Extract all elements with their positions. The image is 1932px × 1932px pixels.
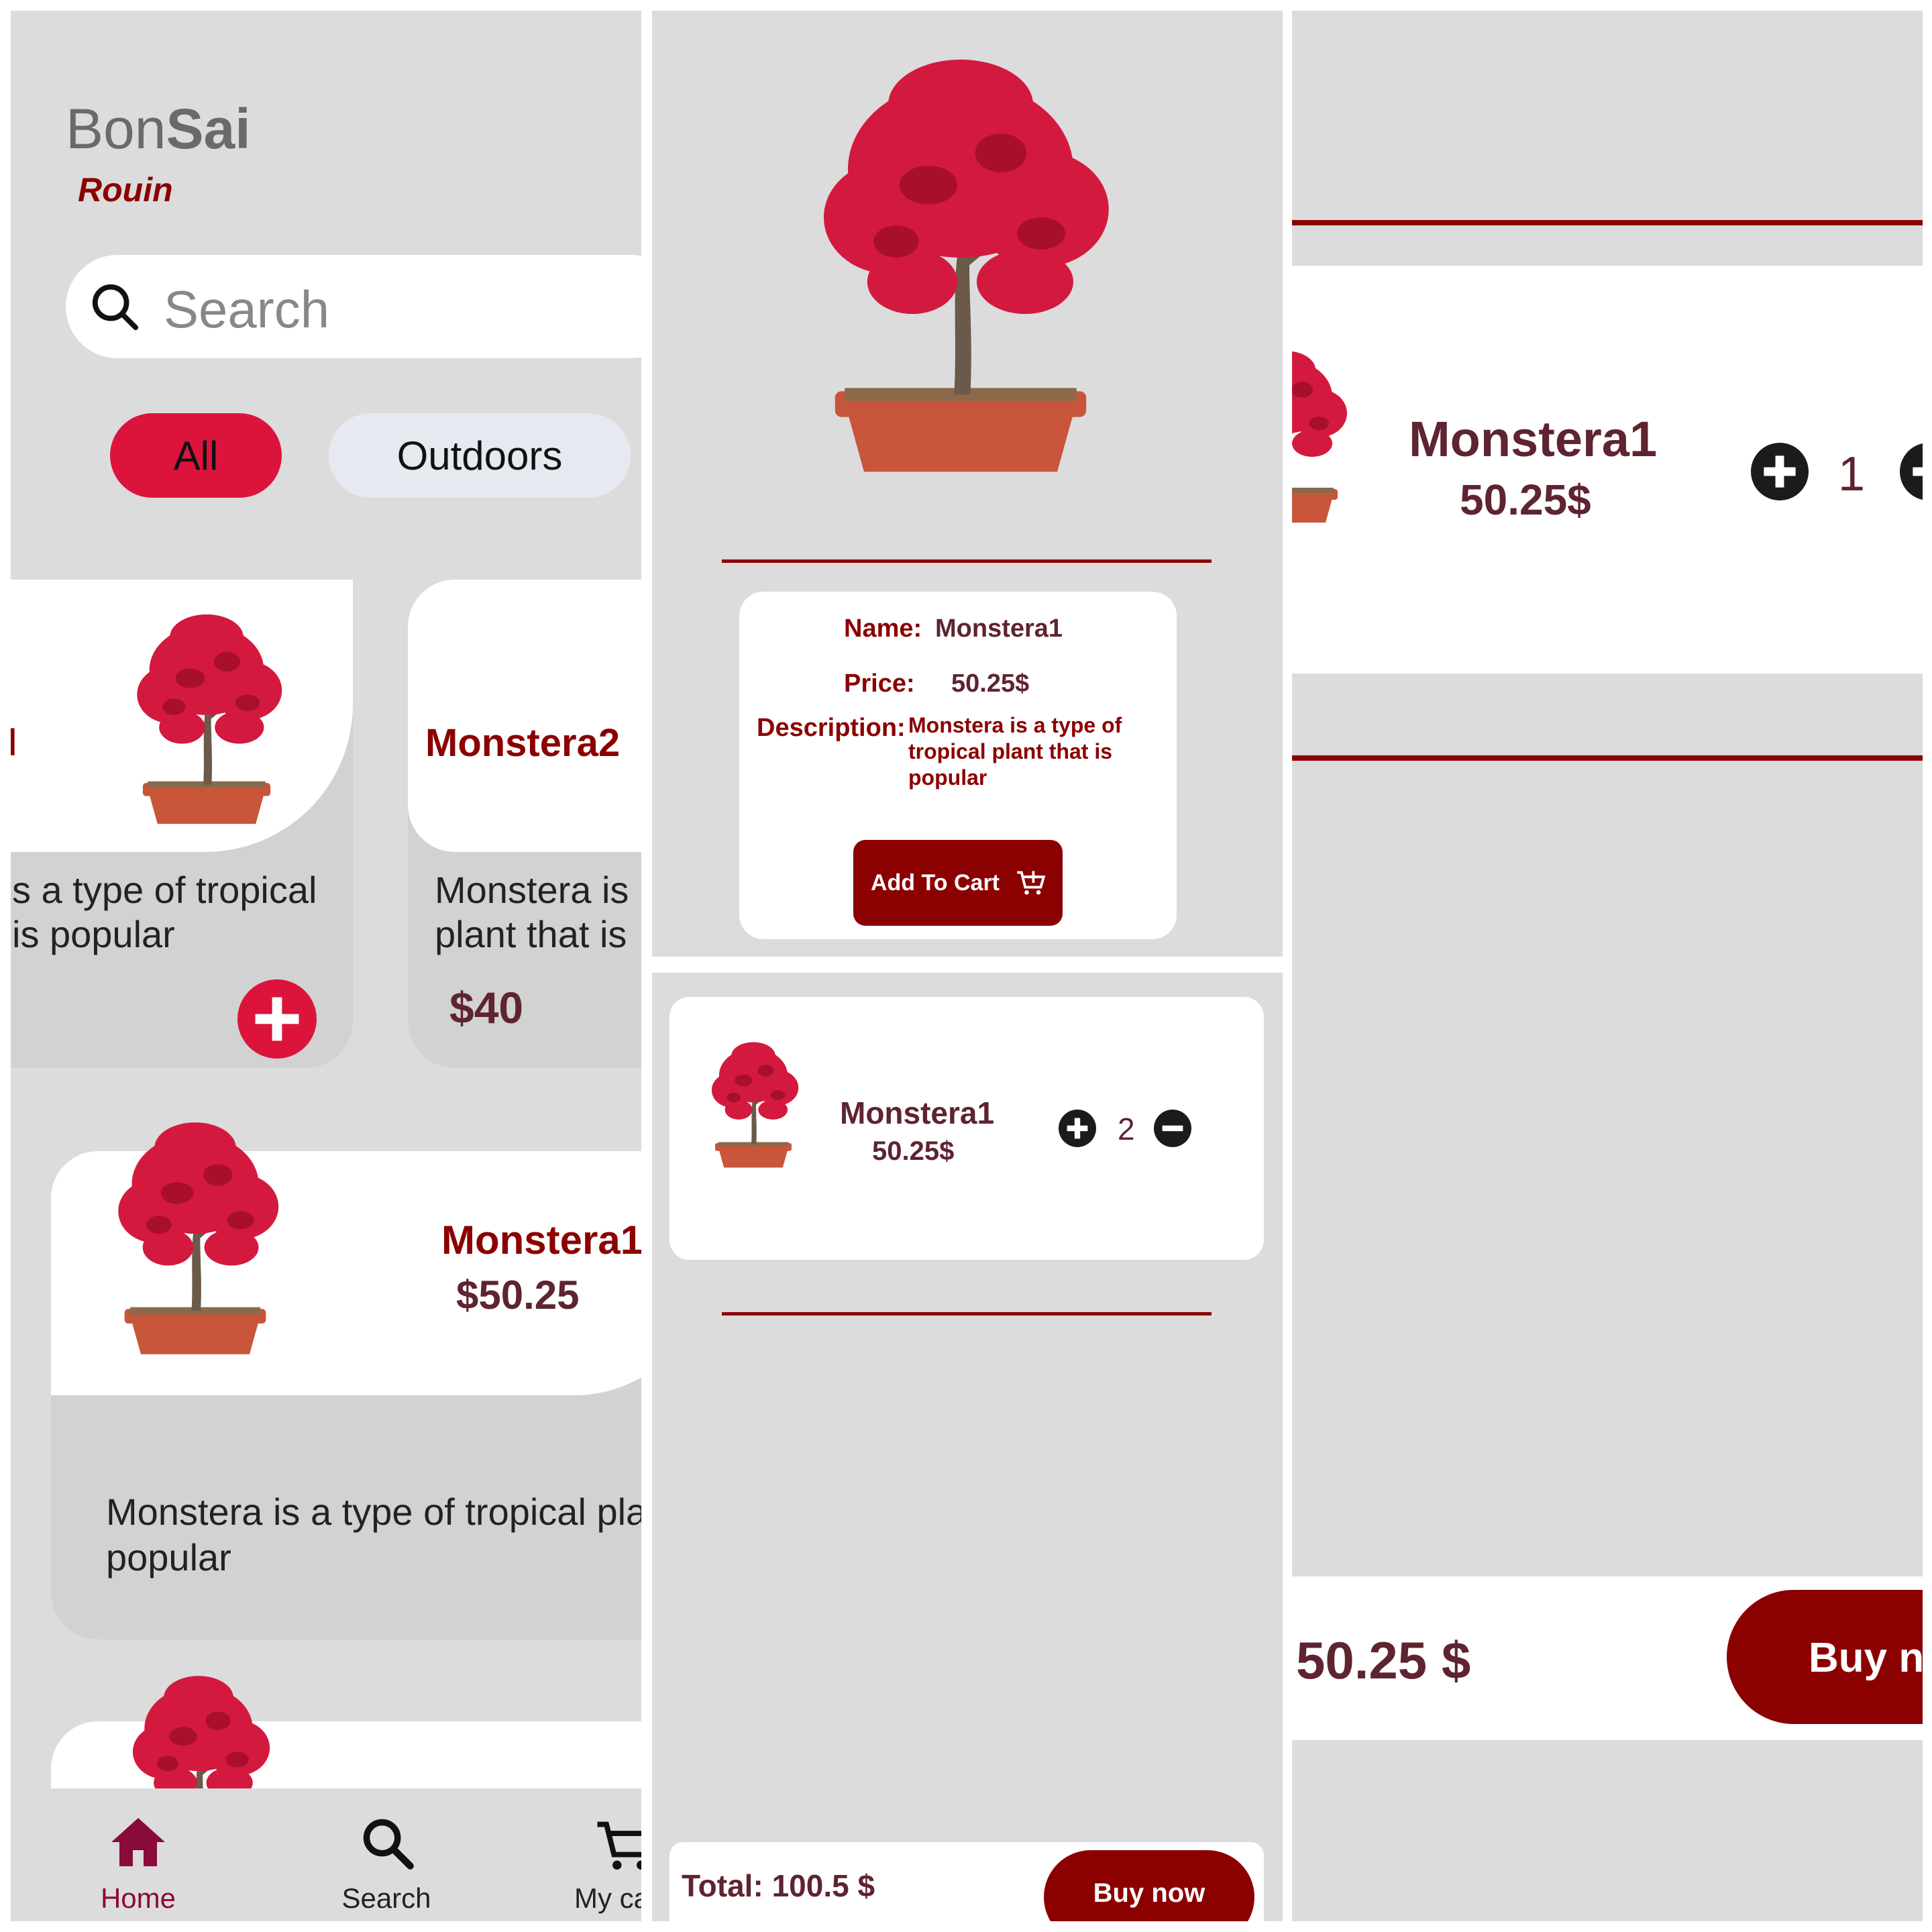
chip-all-label: All	[173, 433, 219, 478]
nav-home[interactable]: Home	[71, 1815, 205, 1916]
search-input[interactable]: Search	[164, 279, 329, 340]
description-value: Monstera is a type of tropical plant tha…	[908, 713, 1122, 790]
quantity-value: 1	[1838, 447, 1866, 501]
cart-plus-icon	[1017, 871, 1045, 895]
increase-quantity-button[interactable]	[1059, 1110, 1096, 1147]
chip-all[interactable]: All	[110, 413, 282, 498]
cart-item-name: Monstera1	[840, 1095, 995, 1130]
cart-item-price: 50.25$	[872, 1136, 955, 1166]
product-card-1-name: l	[11, 721, 17, 763]
plus-icon	[255, 997, 299, 1041]
brand-light: Bon	[66, 97, 166, 160]
cart-icon	[597, 1821, 641, 1870]
chip-outdoors-label: Outdoors	[396, 433, 563, 478]
brand-bold: Sai	[166, 97, 251, 160]
bonsai-image	[125, 585, 288, 853]
product-card-1-desc: s a type of tropical is popular	[12, 869, 317, 955]
decrease-quantity-button[interactable]	[1900, 443, 1923, 500]
brand-subtitle: Rouin	[78, 171, 173, 209]
search-icon	[363, 1819, 414, 1870]
cart-total: 50.25 $	[1296, 1631, 1471, 1690]
cart-item-card	[1292, 266, 1923, 674]
buy-now-label: Buy now	[1093, 1878, 1205, 1908]
product-card-1[interactable]: l s a type of tropical is popular	[11, 580, 353, 1068]
cart-item-price: 50.25$	[1460, 476, 1591, 524]
search-bar[interactable]: Search	[66, 255, 641, 358]
nav-home-label: Home	[100, 1882, 176, 1914]
product-card-2-price: $40	[449, 983, 524, 1032]
price-value: 50.25$	[951, 669, 1030, 698]
chip-outdoors[interactable]: Outdoors	[329, 413, 631, 498]
decrease-quantity-button[interactable]	[1154, 1110, 1191, 1147]
brand-logo: BonSai	[66, 97, 251, 162]
product-card-2[interactable]: Monstera2 Monstera is plant that is $40	[408, 580, 641, 1068]
cart-item-name: Monstera1	[1409, 411, 1658, 467]
detail-screen: Name: Monstera1 Price: 50.25$ Descriptio…	[652, 11, 1283, 957]
add-to-cart-label: Add To Cart	[870, 869, 1000, 896]
product-card-2-name: Monstera2	[425, 721, 621, 765]
price-label: Price:	[844, 669, 915, 698]
name-label: Name:	[844, 614, 922, 643]
product-card-2-top	[408, 580, 641, 852]
product-card-2-desc: Monstera is plant that is	[435, 869, 629, 955]
product-info-card: Name: Monstera1 Price: 50.25$ Descriptio…	[739, 592, 1177, 939]
cart-item-card: Monstera1 50.25$ 2	[669, 997, 1264, 1260]
bonsai-image	[1292, 346, 1352, 527]
checkout-bar: Total: 100.5 $ Buy now	[669, 1842, 1264, 1921]
divider	[722, 1312, 1212, 1316]
name-value: Monstera1	[935, 614, 1063, 643]
product-card-3-price: $50.25	[456, 1273, 580, 1318]
nav-cart[interactable]: My ca	[574, 1815, 641, 1916]
cart-screen-large: Monstera1 50.25$ 1 50.25 $ Buy no	[1292, 11, 1923, 1921]
description-label: Description:	[757, 714, 906, 742]
bonsai-image	[105, 1091, 286, 1386]
cart-total: Total: 100.5 $	[682, 1868, 875, 1903]
bottom-nav: Home Search My ca	[11, 1788, 641, 1921]
product-card-3-name: Monstera1	[441, 1218, 641, 1263]
add-to-cart-button[interactable]: Add To Cart	[853, 840, 1063, 926]
divider	[722, 559, 1212, 563]
nav-cart-label: My ca	[574, 1882, 641, 1914]
quantity-value: 2	[1118, 1112, 1135, 1146]
nav-search[interactable]: Search	[319, 1815, 453, 1916]
product-card-3-desc: Monstera is a type of tropical pla popul…	[106, 1491, 641, 1578]
nav-search-label: Search	[341, 1882, 431, 1914]
home-screen: BonSai Rouin Search All Outdoors l s a t…	[11, 11, 641, 1921]
search-icon	[92, 284, 139, 331]
home-icon	[111, 1818, 165, 1866]
divider	[1292, 755, 1923, 761]
buy-now-button[interactable]: Buy no	[1727, 1590, 1923, 1724]
increase-quantity-button[interactable]	[1751, 443, 1809, 500]
bonsai-image	[703, 1041, 804, 1169]
add-to-cart-button[interactable]	[237, 979, 317, 1059]
buy-now-label: Buy no	[1809, 1635, 1923, 1681]
bonsai-image	[800, 11, 1122, 521]
buy-now-button[interactable]: Buy now	[1044, 1850, 1254, 1921]
divider	[1292, 220, 1923, 225]
cart-screen-small: Monstera1 50.25$ 2 Total: 100.5 $ Buy no…	[652, 973, 1283, 1921]
